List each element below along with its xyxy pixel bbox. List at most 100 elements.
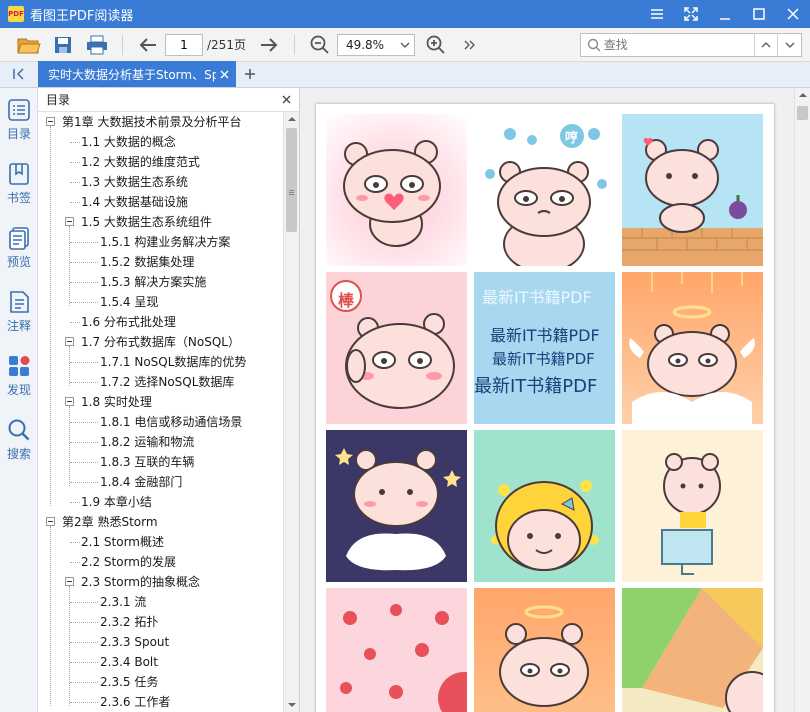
tree-guide-line — [69, 226, 70, 306]
toc-item[interactable]: 2.1 Storm概述 — [38, 532, 284, 552]
collapse-sidebar-button[interactable] — [0, 61, 38, 87]
toc-item[interactable]: 1.5.3 解决方案实施 — [38, 272, 284, 292]
toc-item[interactable]: 2.3.6 工作者 — [38, 692, 284, 712]
toc-scrollbar[interactable] — [283, 112, 299, 712]
toc-item[interactable]: 2.2 Storm的发展 — [38, 552, 284, 572]
tree-connector — [70, 622, 98, 623]
watermark-block: 最新IT书籍PDF 最新IT书籍PDF 最新IT书籍PDF 最新IT书籍PDF — [474, 272, 615, 424]
toc-item[interactable]: 1.5.2 数据集处理 — [38, 252, 284, 272]
rail-item-search[interactable]: 搜索 — [0, 408, 38, 472]
toc-item-label: 1.5.4 呈现 — [100, 295, 159, 309]
toc-item[interactable]: 1.5.4 呈现 — [38, 292, 284, 312]
document-scroll-thumb[interactable] — [797, 106, 808, 120]
toc-item-label: 1.7.1 NoSQL数据库的优势 — [100, 355, 247, 369]
rail-item-discover[interactable]: 发现 — [0, 344, 38, 408]
toc-item-label: 1.5 大数据生态系统组件 — [81, 215, 212, 229]
toc-item[interactable]: 1.5 大数据生态系统组件 — [38, 212, 284, 232]
toc-item-label: 1.5.3 解决方案实施 — [100, 275, 207, 289]
toc-item[interactable]: 1.8.2 运输和物流 — [38, 432, 284, 452]
toc-item[interactable]: 1.7.2 选择NoSQL数据库 — [38, 372, 284, 392]
menu-button[interactable] — [640, 0, 674, 28]
tree-connector — [70, 282, 98, 283]
tree-connector — [70, 262, 98, 263]
next-page-button[interactable] — [252, 30, 286, 60]
search-next-button[interactable] — [777, 34, 801, 56]
sticker-image — [326, 588, 467, 712]
document-scrollbar[interactable] — [794, 88, 810, 712]
tree-collapse-icon[interactable] — [46, 517, 55, 526]
toc-item[interactable]: 1.8.4 金融部门 — [38, 472, 284, 492]
toc-item[interactable]: 1.9 本章小结 — [38, 492, 284, 512]
scroll-up-arrow-icon[interactable] — [284, 112, 300, 126]
sticker-image — [326, 114, 467, 266]
toc-item[interactable]: 1.4 大数据基础设施 — [38, 192, 284, 212]
toc-item[interactable]: 第2章 熟悉Storm — [38, 512, 284, 532]
close-window-button[interactable] — [776, 0, 810, 28]
toc-item[interactable]: 2.3.5 任务 — [38, 672, 284, 692]
document-viewer[interactable]: 哼 棒 最新IT书籍PDF 最新IT书籍PDF 最新IT书籍PDF 最新IT书籍… — [300, 88, 794, 712]
scroll-up-arrow-icon[interactable] — [795, 88, 810, 102]
watermark-line: 最新IT书籍PDF — [490, 326, 600, 345]
toc-item[interactable]: 1.2 大数据的维度范式 — [38, 152, 284, 172]
rail-item-bookmarks[interactable]: 书签 — [0, 152, 38, 216]
zoom-out-button[interactable] — [303, 30, 337, 60]
tree-collapse-icon[interactable] — [65, 397, 74, 406]
sticker-image — [474, 588, 615, 712]
previous-page-button[interactable] — [131, 30, 165, 60]
zoom-level-select[interactable]: 49.8% — [336, 33, 415, 56]
toc-item[interactable]: 1.8.1 电信或移动通信场景 — [38, 412, 284, 432]
toc-item[interactable]: 1.8.3 互联的车辆 — [38, 452, 284, 472]
tree-connector — [70, 542, 80, 543]
rail-item-annotations[interactable]: 注释 — [0, 280, 38, 344]
document-tab[interactable]: 实时大数据分析基于Storm、Sp — [38, 61, 236, 87]
print-button[interactable] — [80, 30, 114, 60]
tree-collapse-icon[interactable] — [65, 337, 74, 346]
tree-collapse-icon[interactable] — [46, 117, 55, 126]
toc-item[interactable]: 2.3.4 Bolt — [38, 652, 284, 672]
toc-item[interactable]: 1.1 大数据的概念 — [38, 132, 284, 152]
save-button[interactable] — [46, 30, 80, 60]
toolbar: /251页 49.8% — [0, 28, 810, 62]
page-number-input[interactable] — [165, 33, 203, 56]
tree-connector — [70, 562, 80, 563]
maximize-button[interactable] — [742, 0, 776, 28]
toc-item[interactable]: 1.7.1 NoSQL数据库的优势 — [38, 352, 284, 372]
toc-item-label: 2.3.1 流 — [100, 595, 147, 609]
toc-item[interactable]: 2.3.3 Spout — [38, 632, 284, 652]
search-box — [580, 33, 802, 57]
close-icon[interactable] — [282, 95, 291, 104]
search-previous-button[interactable] — [753, 34, 778, 56]
toc-item[interactable]: 2.3.2 拓扑 — [38, 612, 284, 632]
toc-item-label: 1.8.1 电信或移动通信场景 — [100, 415, 243, 429]
tree-collapse-icon[interactable] — [65, 217, 74, 226]
tree-collapse-icon[interactable] — [65, 577, 74, 586]
toc-item[interactable]: 2.3.1 流 — [38, 592, 284, 612]
toc-item[interactable]: 1.3 大数据生态系统 — [38, 172, 284, 192]
more-tools-button[interactable] — [453, 30, 487, 60]
minimize-button[interactable] — [708, 0, 742, 28]
close-tab-icon[interactable] — [220, 70, 229, 79]
toc-item[interactable]: 1.6 分布式批处理 — [38, 312, 284, 332]
toc-item[interactable]: 2.3 Storm的抽象概念 — [38, 572, 284, 592]
toc-scroll-thumb[interactable] — [286, 128, 297, 232]
rail-item-preview[interactable]: 预览 — [0, 216, 38, 280]
toc-item[interactable]: 第1章 大数据技术前景及分析平台 — [38, 112, 284, 132]
open-file-button[interactable] — [12, 30, 46, 60]
sticker-image — [622, 114, 763, 266]
toc-item[interactable]: 1.7 分布式数据库（NoSQL） — [38, 332, 284, 352]
scroll-down-arrow-icon[interactable] — [284, 698, 300, 712]
fullscreen-button[interactable] — [674, 0, 708, 28]
new-tab-button[interactable] — [236, 61, 264, 87]
zoom-in-button[interactable] — [419, 30, 453, 60]
rail-item-toc[interactable]: 目录 — [0, 88, 38, 152]
annotation-icon — [10, 291, 29, 313]
rail-item-label: 搜索 — [6, 447, 31, 461]
toc-item[interactable]: 1.8 实时处理 — [38, 392, 284, 412]
tree-connector — [70, 642, 98, 643]
sticker-bubble-text: 哼 — [565, 131, 579, 146]
tree-guide-line — [50, 526, 51, 706]
search-input[interactable] — [603, 35, 754, 55]
toc-item[interactable]: 1.5.1 构建业务解决方案 — [38, 232, 284, 252]
sticker-image — [622, 588, 763, 712]
rail-item-label: 预览 — [6, 255, 31, 269]
